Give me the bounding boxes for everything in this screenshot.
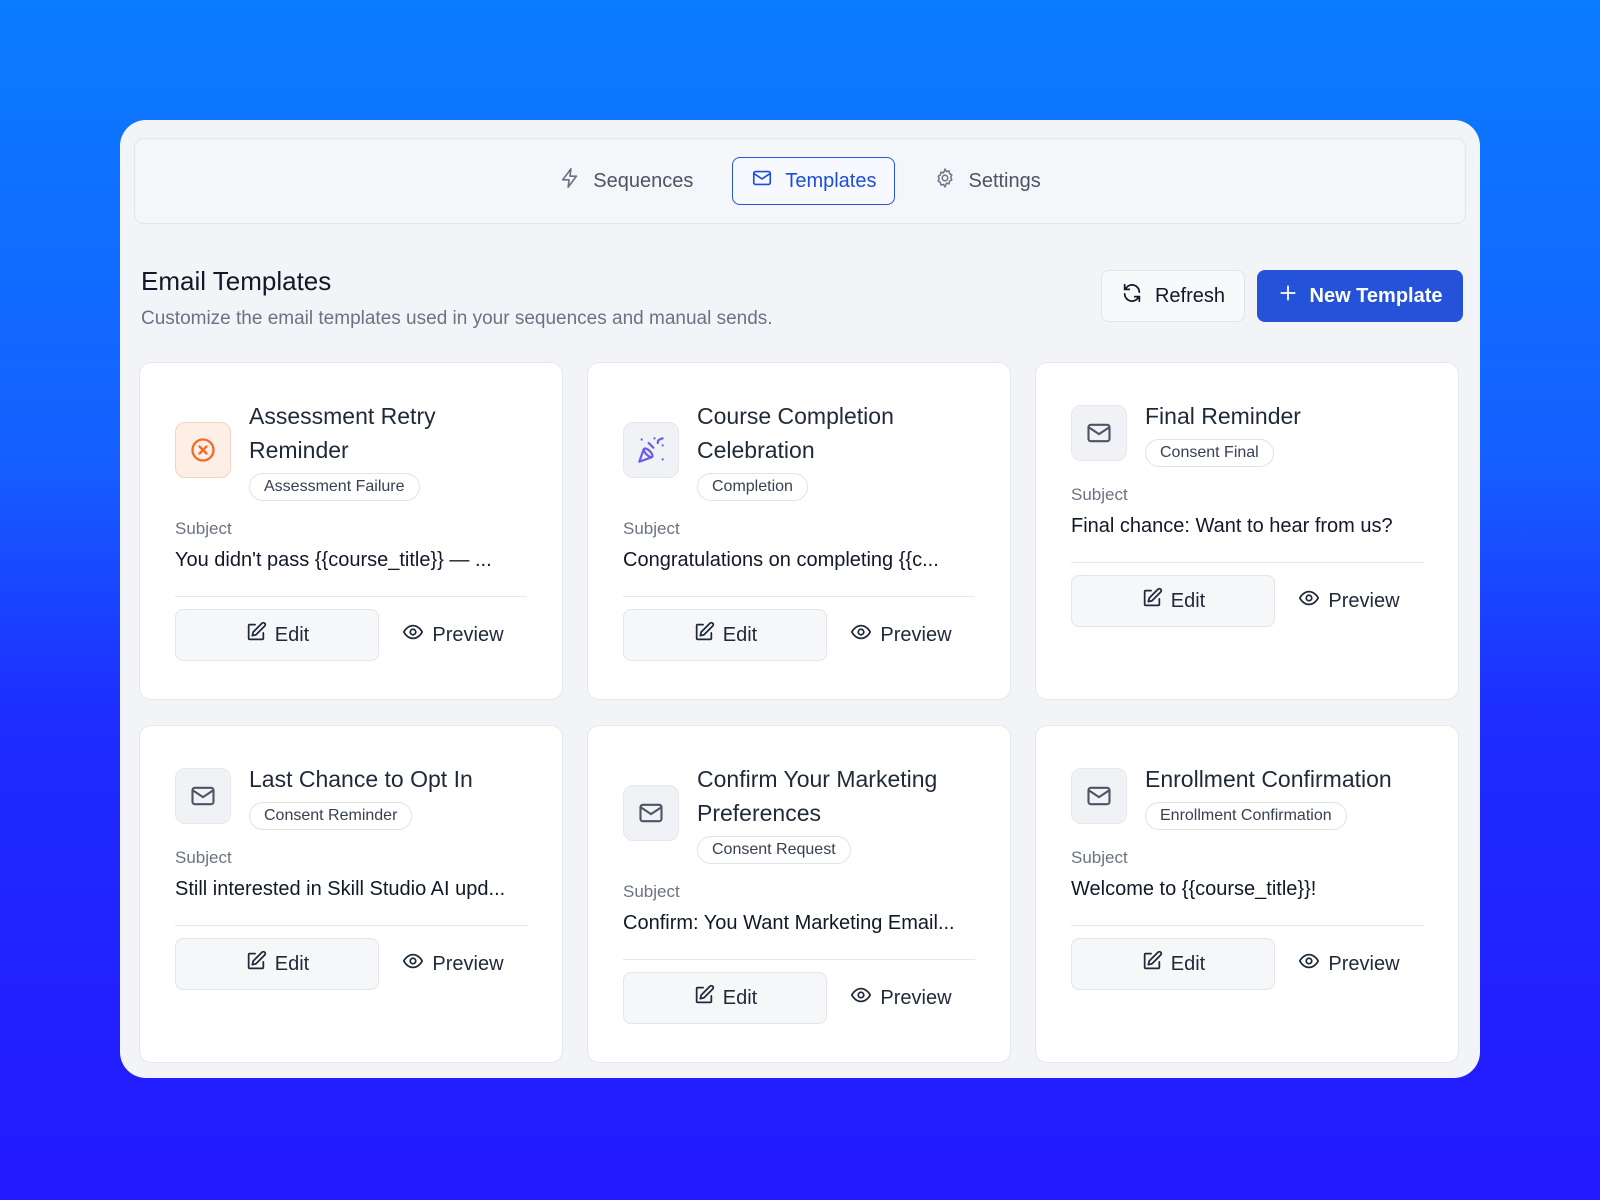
preview-label: Preview — [880, 623, 952, 646]
preview-button[interactable]: Preview — [379, 938, 527, 990]
template-grid: Assessment Retry Reminder Assessment Fai… — [134, 362, 1466, 1063]
refresh-button[interactable]: Refresh — [1101, 270, 1245, 322]
template-card-confirm-marketing: Confirm Your Marketing Preferences Conse… — [587, 725, 1011, 1063]
preview-label: Preview — [1328, 589, 1400, 612]
subject-text: You didn't pass {{course_title}} — ... — [175, 549, 527, 597]
subject-label: Subject — [1071, 848, 1128, 867]
eye-icon — [850, 984, 872, 1012]
lightning-icon — [559, 167, 581, 195]
preview-button[interactable]: Preview — [827, 972, 975, 1024]
preview-button[interactable]: Preview — [379, 609, 527, 661]
edit-button[interactable]: Edit — [1071, 575, 1275, 627]
template-title: Confirm Your Marketing Preferences — [697, 766, 938, 826]
eye-icon — [402, 621, 424, 649]
subject-text: Confirm: You Want Marketing Email... — [623, 912, 975, 960]
mail-icon — [175, 768, 231, 824]
template-title: Assessment Retry Reminder — [249, 403, 436, 463]
edit-button[interactable]: Edit — [175, 609, 379, 661]
subject-text: Congratulations on completing {{c... — [623, 549, 975, 597]
subject-label: Subject — [623, 882, 680, 901]
eye-icon — [1298, 587, 1320, 615]
tab-label: Settings — [968, 169, 1041, 192]
tab-sequences[interactable]: Sequences — [540, 157, 712, 205]
subject-label: Subject — [175, 519, 232, 538]
template-badge: Completion — [697, 473, 808, 501]
edit-icon — [245, 621, 267, 649]
app-window: Sequences Templates Settings Email Templ… — [120, 120, 1480, 1078]
subject-label: Subject — [623, 519, 680, 538]
plus-icon — [1278, 283, 1298, 309]
edit-icon — [245, 950, 267, 978]
page-title: Email Templates — [141, 266, 332, 296]
new-template-button[interactable]: New Template — [1257, 270, 1463, 322]
template-title: Enrollment Confirmation — [1145, 766, 1392, 792]
new-template-label: New Template — [1309, 284, 1443, 307]
preview-label: Preview — [1328, 952, 1400, 975]
edit-icon — [693, 984, 715, 1012]
edit-label: Edit — [722, 986, 758, 1009]
template-title: Final Reminder — [1145, 403, 1301, 429]
preview-button[interactable]: Preview — [1275, 575, 1423, 627]
preview-label: Preview — [432, 623, 504, 646]
page-header: Email Templates Customize the email temp… — [134, 224, 1466, 362]
party-popper-icon — [623, 422, 679, 478]
template-badge: Consent Reminder — [249, 802, 413, 830]
template-title: Last Chance to Opt In — [249, 766, 473, 792]
eye-icon — [402, 950, 424, 978]
page-subtitle: Customize the email templates used in yo… — [141, 308, 773, 329]
edit-button[interactable]: Edit — [175, 938, 379, 990]
template-badge: Assessment Failure — [249, 473, 420, 501]
template-card-enrollment-confirmation: Enrollment Confirmation Enrollment Confi… — [1035, 725, 1459, 1063]
refresh-icon — [1121, 282, 1143, 310]
top-nav: Sequences Templates Settings — [134, 138, 1466, 224]
template-card-assessment-retry: Assessment Retry Reminder Assessment Fai… — [139, 362, 563, 700]
edit-icon — [1141, 950, 1163, 978]
edit-label: Edit — [1170, 952, 1206, 975]
template-card-last-chance: Last Chance to Opt In Consent Reminder S… — [139, 725, 563, 1063]
edit-icon — [693, 621, 715, 649]
edit-button[interactable]: Edit — [623, 972, 827, 1024]
edit-label: Edit — [274, 623, 310, 646]
subject-label: Subject — [175, 848, 232, 867]
template-card-course-completion: Course Completion Celebration Completion… — [587, 362, 1011, 700]
template-badge: Consent Final — [1145, 439, 1274, 467]
eye-icon — [850, 621, 872, 649]
edit-label: Edit — [1170, 589, 1206, 612]
mail-icon — [623, 785, 679, 841]
tab-templates[interactable]: Templates — [732, 157, 896, 205]
preview-label: Preview — [432, 952, 504, 975]
eye-icon — [1298, 950, 1320, 978]
preview-button[interactable]: Preview — [827, 609, 975, 661]
template-badge: Consent Request — [697, 836, 851, 864]
tab-label: Templates — [785, 169, 877, 192]
subject-text: Welcome to {{course_title}}! — [1071, 878, 1423, 926]
x-circle-icon — [175, 422, 231, 478]
preview-button[interactable]: Preview — [1275, 938, 1423, 990]
tab-settings[interactable]: Settings — [915, 157, 1059, 205]
subject-text: Final chance: Want to hear from us? — [1071, 515, 1423, 563]
template-title: Course Completion Celebration — [697, 403, 894, 463]
subject-label: Subject — [1071, 485, 1128, 504]
refresh-label: Refresh — [1154, 284, 1226, 307]
edit-button[interactable]: Edit — [1071, 938, 1275, 990]
tab-label: Sequences — [593, 169, 694, 192]
edit-label: Edit — [274, 952, 310, 975]
edit-icon — [1141, 587, 1163, 615]
template-badge: Enrollment Confirmation — [1145, 802, 1347, 830]
template-card-final-reminder: Final Reminder Consent Final Subject Fin… — [1035, 362, 1459, 700]
gear-icon — [934, 167, 956, 195]
subject-text: Still interested in Skill Studio AI upd.… — [175, 878, 527, 926]
mail-icon — [751, 167, 773, 195]
mail-icon — [1071, 405, 1127, 461]
mail-icon — [1071, 768, 1127, 824]
edit-label: Edit — [722, 623, 758, 646]
preview-label: Preview — [880, 986, 952, 1009]
edit-button[interactable]: Edit — [623, 609, 827, 661]
